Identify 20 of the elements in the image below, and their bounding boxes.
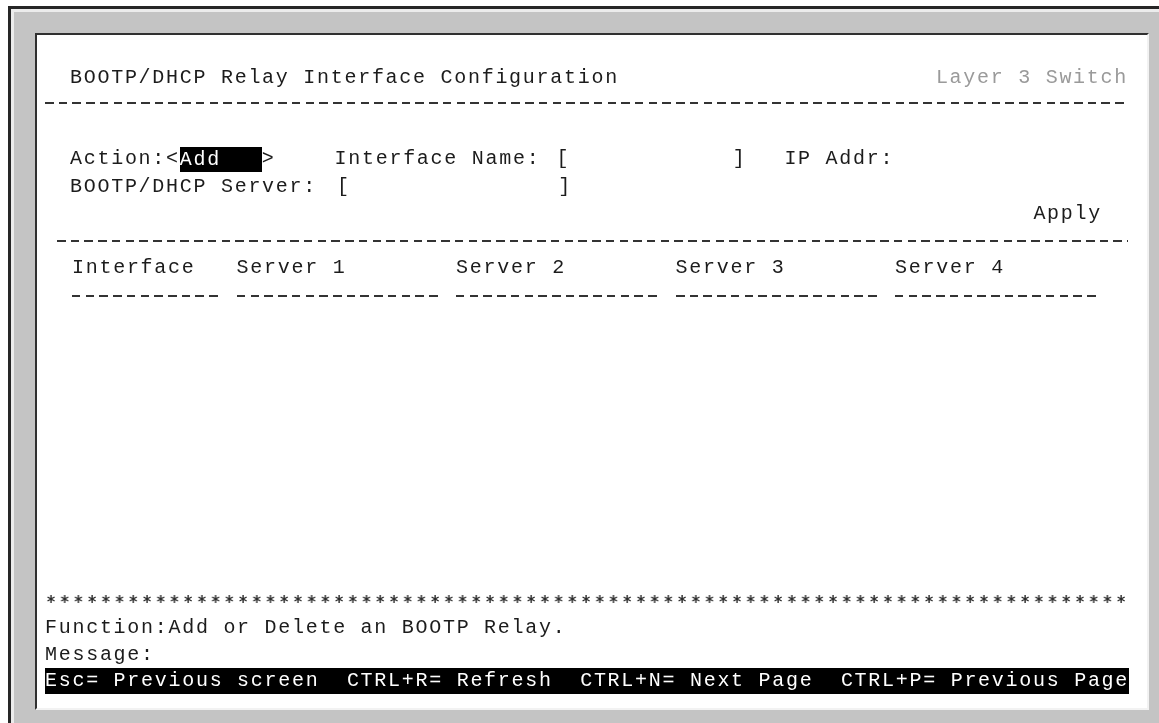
key-hint: CTRL+R= Refresh bbox=[346, 668, 553, 694]
column-header: Server 3 bbox=[675, 255, 786, 281]
key-hint: Esc= Previous screen bbox=[45, 668, 320, 694]
field-label: IP Addr: bbox=[784, 146, 895, 172]
message-label: Message: bbox=[45, 643, 155, 666]
key-hint: CTRL+P= Previous Page bbox=[840, 668, 1130, 694]
input-field[interactable]: [ ] bbox=[337, 174, 572, 200]
device-label: Layer 3 Switch bbox=[935, 65, 1128, 91]
column-header: Server 1 bbox=[236, 255, 347, 281]
screen-title: BOOTP/DHCP Relay Interface Configuration bbox=[70, 65, 619, 91]
field-label: BOOTP/DHCP Server: bbox=[70, 174, 317, 200]
column-header: Interface bbox=[72, 255, 196, 281]
field-label: Action: bbox=[70, 146, 167, 172]
apply-button[interactable]: Apply bbox=[1033, 201, 1102, 227]
field-label: Interface Name: bbox=[334, 146, 541, 172]
input-field[interactable]: [ ] bbox=[556, 146, 747, 172]
function-description: Function:Add or Delete an BOOTP Relay. bbox=[45, 616, 567, 639]
key-hint: CTRL+N= Next Page bbox=[580, 668, 814, 694]
column-header: Server 2 bbox=[456, 255, 566, 281]
column-header: Server 4 bbox=[895, 255, 1005, 281]
